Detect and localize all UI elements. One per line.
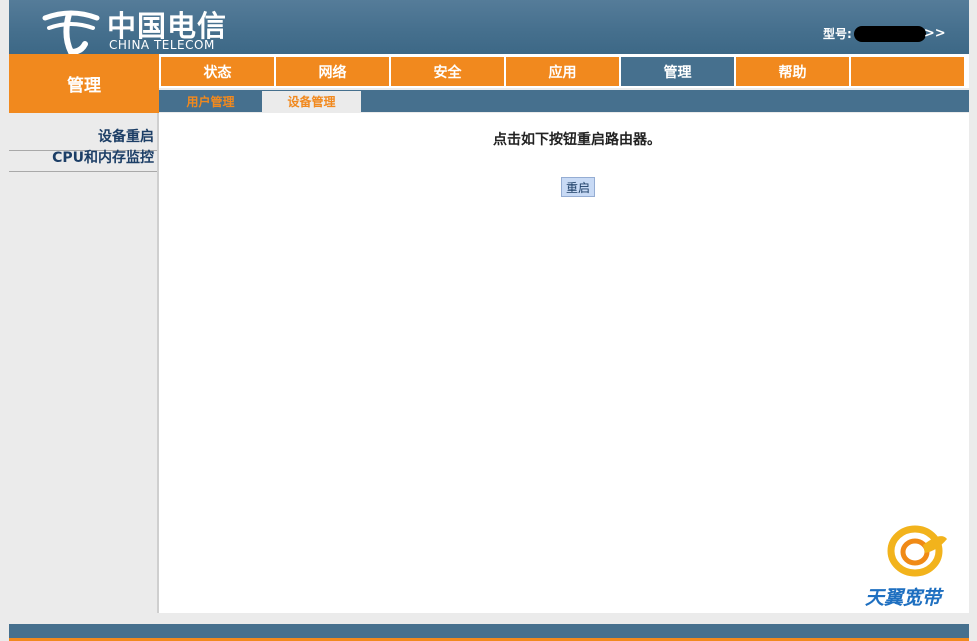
- reboot-button[interactable]: 重启: [561, 177, 595, 197]
- tianyi-broadband-logo-icon: [887, 525, 947, 577]
- reboot-instruction: 点击如下按钮重启路由器。: [493, 132, 661, 148]
- tab-network[interactable]: 网络: [276, 57, 389, 86]
- tab-application[interactable]: 应用: [506, 57, 619, 86]
- model-info: 型号: >>: [823, 23, 946, 43]
- tab-help[interactable]: 帮助: [736, 57, 849, 86]
- tab-status[interactable]: 状态: [161, 57, 274, 86]
- sidebar-item-cpu-memory-monitor[interactable]: CPU和内存监控: [9, 143, 158, 172]
- main-content: 点击如下按钮重启路由器。 重启 天翼宽带: [159, 113, 969, 613]
- tab-security[interactable]: 安全: [391, 57, 504, 86]
- model-redacted-value: [853, 25, 926, 42]
- brand-text: 天翼宽带: [865, 587, 942, 609]
- model-more-link[interactable]: >>: [924, 26, 946, 41]
- section-title: 管理: [9, 54, 159, 113]
- tab-blank: [851, 57, 964, 86]
- sidebar: 设备重启 CPU和内存监控: [9, 113, 158, 613]
- tab-management[interactable]: 管理: [621, 57, 734, 86]
- subtab-device-management[interactable]: 设备管理: [262, 91, 361, 112]
- china-telecom-logo-icon: [42, 10, 100, 54]
- sub-nav: 用户管理 设备管理: [159, 90, 969, 112]
- model-label: 型号:: [823, 27, 852, 41]
- subtab-user-management[interactable]: 用户管理: [161, 91, 260, 112]
- tianyi-broadband-logo: 天翼宽带: [861, 521, 961, 609]
- logo-english-text: CHINA TELECOM: [109, 38, 215, 52]
- china-telecom-logo: 中国电信 CHINA TELECOM: [41, 2, 241, 54]
- header-banner: 中国电信 CHINA TELECOM 型号: >>: [9, 0, 969, 54]
- main-nav: 状态 网络 安全 应用 管理 帮助: [159, 54, 969, 88]
